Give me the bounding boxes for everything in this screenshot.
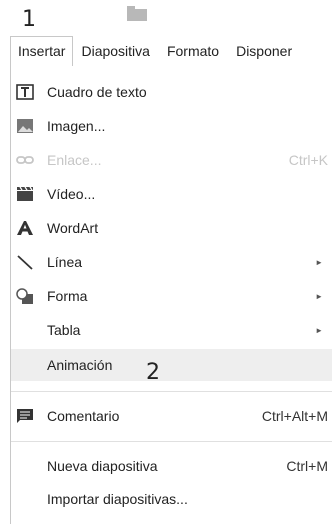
menu-item-wordart[interactable]: WordArt (11, 212, 332, 244)
menu-disponer[interactable]: Disponer (228, 36, 301, 66)
menu-insertar[interactable]: Insertar (10, 36, 74, 66)
menu-item-shape[interactable]: Forma ► (11, 280, 332, 312)
menu-item-label: WordArt (47, 220, 99, 236)
menu-item-import-slides[interactable]: Importar diapositivas... (11, 483, 332, 515)
menu-item-label: Animación (47, 357, 113, 373)
shape-icon (16, 288, 33, 304)
menu-item-label: Enlace... (47, 152, 102, 168)
menu-bar: Insertar Diapositiva Formato Disponer (10, 36, 332, 66)
folder-icon[interactable] (127, 6, 147, 21)
menu-item-video[interactable]: Vídeo... (11, 178, 332, 210)
menu-diapositiva[interactable]: Diapositiva (73, 36, 158, 66)
menu-item-label: Forma (47, 288, 88, 304)
menu-item-comment[interactable]: Comentario Ctrl+Alt+M (11, 400, 332, 432)
submenu-arrow-icon: ► (315, 325, 323, 335)
menu-item-label: Comentario (47, 408, 120, 424)
video-icon (17, 186, 33, 201)
comment-icon (17, 409, 33, 423)
menu-item-animation[interactable]: Animación (11, 349, 332, 381)
menu-separator (11, 391, 332, 392)
menu-item-label: Cuadro de texto (47, 84, 147, 100)
submenu-arrow-icon: ► (315, 291, 323, 301)
menu-item-label: Importar diapositivas... (47, 491, 188, 507)
shortcut-label: Ctrl+Alt+M (261, 408, 328, 424)
menu-item-label: Vídeo... (47, 186, 96, 202)
link-icon (16, 156, 34, 164)
menu-item-line[interactable]: Línea ► (11, 246, 332, 278)
line-icon (17, 255, 33, 270)
shortcut-label: Ctrl+K (288, 152, 328, 168)
menu-item-label: Tabla (47, 322, 81, 338)
menu-item-link[interactable]: Enlace... Ctrl+K (11, 144, 332, 176)
annotation-number-1: 1 (22, 7, 36, 32)
menu-item-image[interactable]: Imagen... (11, 110, 332, 142)
menu-item-label: Línea (47, 254, 83, 270)
menu-formato[interactable]: Formato (159, 36, 228, 66)
menu-separator (11, 441, 332, 442)
shortcut-label: Ctrl+M (286, 458, 328, 474)
menu-item-text-box[interactable]: Cuadro de texto (11, 76, 332, 108)
wordart-icon (17, 221, 33, 235)
text-box-icon (16, 84, 34, 100)
image-icon (17, 119, 33, 133)
annotation-number-2: 2 (146, 360, 160, 385)
insert-dropdown-menu: Cuadro de texto Imagen... Enlace... Ctrl… (10, 66, 332, 524)
menu-item-new-slide[interactable]: Nueva diapositiva Ctrl+M (11, 450, 332, 482)
menu-item-table[interactable]: Tabla ► (11, 314, 332, 346)
menu-item-label: Imagen... (47, 118, 106, 134)
menu-item-label: Nueva diapositiva (47, 458, 158, 474)
submenu-arrow-icon: ► (315, 257, 323, 267)
